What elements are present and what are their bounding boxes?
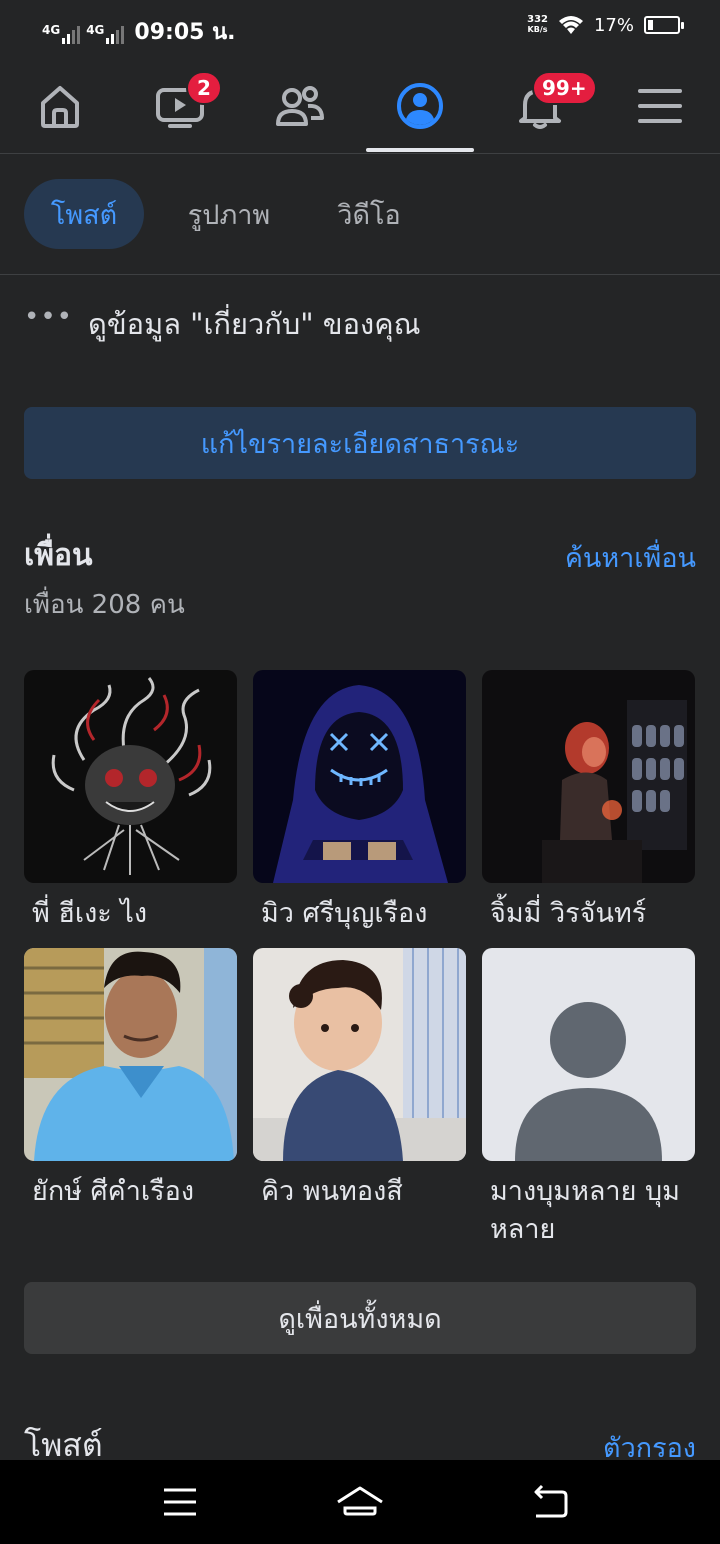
back-button[interactable] xyxy=(490,1460,610,1544)
friend-photo[interactable] xyxy=(253,670,466,883)
tab-videos[interactable]: วิดีโอ xyxy=(314,179,424,249)
home-icon xyxy=(337,1486,383,1516)
edit-public-details-button[interactable]: แก้ไขรายละเอียดสาธารณะ xyxy=(24,407,696,479)
profile-tabs: โพสต์ รูปภาพ วิดีโอ xyxy=(0,155,720,275)
friend-name[interactable]: ยักษ์ ศีคำเรือง xyxy=(24,1173,237,1211)
about-link: ดูข้อมูล "เกี่ยวกับ" ของคุณ xyxy=(88,307,421,341)
friend-name[interactable]: จิ้มมี่ วิรจันทร์ xyxy=(482,895,695,933)
status-left: 4G 4G 09:05 น. xyxy=(42,14,236,49)
signal-bars-icon xyxy=(106,25,125,44)
profile-icon xyxy=(397,83,443,129)
nav-notifications[interactable]: 99+ xyxy=(480,58,600,154)
network-type-2: 4G xyxy=(86,22,105,37)
friend-photo-art xyxy=(24,670,237,883)
friend-photo[interactable] xyxy=(482,670,695,883)
friend-card[interactable]: ยักษ์ ศีคำเรือง xyxy=(24,948,237,1211)
network-type-1: 4G xyxy=(42,22,61,37)
speed-value: 332 xyxy=(527,14,548,25)
friend-photo-art xyxy=(253,670,466,883)
find-friends-link[interactable]: ค้นหาเพื่อน xyxy=(565,536,696,579)
wifi-icon xyxy=(558,16,583,34)
system-home-button[interactable] xyxy=(300,1460,420,1544)
active-tab-indicator xyxy=(366,148,474,152)
profile-page: 4G 4G 09:05 น. 332 KB/s 17% 2 99+ โพสต์ … xyxy=(0,0,720,1544)
notifications-badge: 99+ xyxy=(532,71,597,105)
friend-name[interactable]: คิว พนทองสี xyxy=(253,1173,466,1211)
friend-card[interactable]: มิว ศรีบุญเรือง xyxy=(253,670,466,933)
battery-icon xyxy=(644,16,684,34)
menu-icon xyxy=(638,89,682,123)
network-speed: 332 KB/s xyxy=(527,15,548,35)
friend-photo[interactable] xyxy=(24,670,237,883)
friend-photo[interactable] xyxy=(482,948,695,1161)
friend-name[interactable]: มางบุมหลาย บุม หลาย xyxy=(482,1173,695,1249)
home-icon xyxy=(41,86,79,128)
friend-photo-art xyxy=(482,670,695,883)
nav-friends[interactable] xyxy=(240,58,360,154)
friend-card[interactable]: มางบุมหลาย บุม หลาย xyxy=(482,948,695,1249)
speed-unit: KB/s xyxy=(527,25,548,34)
watch-badge: 2 xyxy=(186,71,222,105)
battery-percent: 17% xyxy=(593,14,634,36)
signal-1: 4G xyxy=(42,20,81,44)
friend-photo[interactable] xyxy=(253,948,466,1161)
recents-icon xyxy=(164,1488,196,1516)
friends-heading: เพื่อน xyxy=(24,538,93,573)
see-all-friends-button[interactable]: ดูเพื่อนทั้งหมด xyxy=(24,1282,696,1354)
back-icon xyxy=(534,1484,568,1518)
friends-count: เพื่อน 208 คน xyxy=(24,590,185,620)
battery-level xyxy=(648,20,653,30)
signal-bars-icon xyxy=(62,25,81,44)
friend-photo[interactable] xyxy=(24,948,237,1161)
friend-card[interactable]: คิว พนทองสี xyxy=(253,948,466,1211)
more-dots-icon: ••• xyxy=(24,302,74,332)
status-right: 332 KB/s 17% xyxy=(527,14,684,36)
nav-menu[interactable] xyxy=(600,58,720,154)
status-bar: 4G 4G 09:05 น. 332 KB/s 17% xyxy=(0,0,720,58)
top-nav: 2 99+ xyxy=(0,58,720,154)
friend-photo-art xyxy=(253,948,466,1161)
tab-photos[interactable]: รูปภาพ xyxy=(164,179,294,249)
nav-profile[interactable] xyxy=(360,58,480,154)
nav-watch[interactable]: 2 xyxy=(120,58,240,154)
friend-name[interactable]: พี่ ฮีเงะ ไง xyxy=(24,895,237,933)
signal-2: 4G xyxy=(86,20,125,44)
recents-button[interactable] xyxy=(120,1460,240,1544)
system-nav-bar xyxy=(0,1460,720,1544)
nav-home[interactable] xyxy=(0,58,120,154)
tab-posts[interactable]: โพสต์ xyxy=(24,179,144,249)
friends-icon xyxy=(276,86,324,126)
friend-photo-art xyxy=(24,948,237,1161)
about-row[interactable]: ••• ดูข้อมูล "เกี่ยวกับ" ของคุณ xyxy=(24,296,696,352)
friend-card[interactable]: พี่ ฮีเงะ ไง xyxy=(24,670,237,933)
default-avatar-icon xyxy=(482,948,695,1161)
friend-name[interactable]: มิว ศรีบุญเรือง xyxy=(253,895,466,933)
clock: 09:05 น. xyxy=(134,20,236,45)
friend-card[interactable]: จิ้มมี่ วิรจันทร์ xyxy=(482,670,695,933)
